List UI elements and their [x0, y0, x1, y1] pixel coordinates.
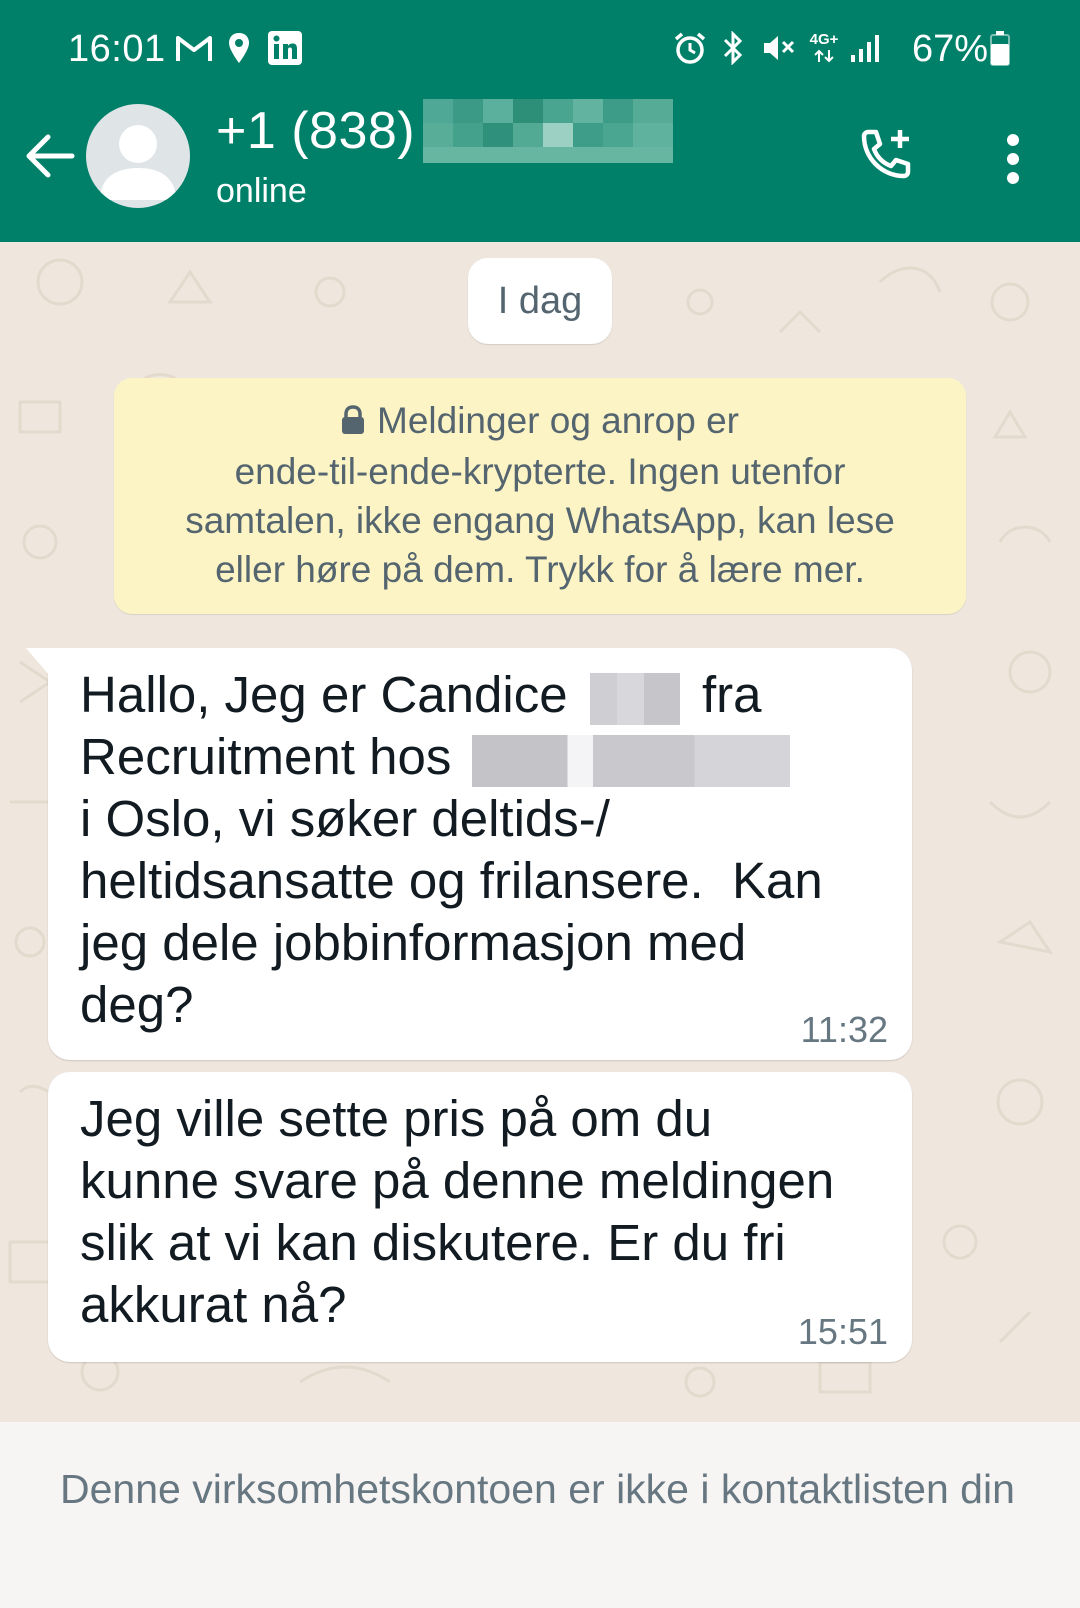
lock-icon [341, 398, 365, 447]
alarm-icon [672, 28, 708, 68]
message-line: Recruitment hos [80, 726, 880, 788]
battery-percent: 67% [912, 28, 989, 70]
contact-name-row[interactable]: +1 (838) [216, 98, 674, 164]
redacted-company [471, 734, 790, 787]
4g-data-icon: 4G+ [806, 28, 842, 68]
gmail-icon [174, 28, 214, 68]
more-options-button[interactable] [990, 128, 1036, 194]
mute-icon [760, 28, 798, 68]
location-icon [226, 28, 252, 68]
chat-area[interactable]: I dag Meldinger og anrop er ende-til-end… [0, 242, 1080, 1422]
encryption-notice[interactable]: Meldinger og anrop er ende-til-ende-kryp… [114, 378, 966, 614]
message-line: Jeg ville sette pris på om du [80, 1090, 713, 1147]
incoming-message[interactable]: Hallo, Jeg er Candice fra Recruitment ho… [26, 648, 912, 1060]
message-line: jeg dele jobbinformasjon med [80, 914, 747, 971]
encryption-notice-line-1: Meldinger og anrop er [138, 396, 942, 447]
date-chip: I dag [468, 258, 612, 344]
redacted-name [589, 672, 680, 725]
bubble-tail [26, 648, 50, 676]
encryption-notice-line-3: samtalen, ikke engang WhatsApp, kan lese [185, 500, 895, 541]
message-time: 15:51 [797, 1311, 888, 1352]
battery-icon [988, 28, 1012, 68]
redacted-number-block [423, 99, 674, 163]
back-button[interactable] [20, 122, 80, 194]
incoming-message[interactable]: Jeg ville sette pris på om du kunne svar… [48, 1072, 912, 1362]
message-line: slik at vi kan diskutere. Er du fri [80, 1214, 786, 1271]
signal-icon [848, 28, 882, 68]
message-line: kunne svare på denne meldingen [80, 1152, 835, 1209]
status-time: 16:01 [68, 28, 166, 70]
avatar[interactable] [86, 104, 190, 208]
encryption-notice-line-4: eller høre på dem. Trykk for å lære mer. [215, 549, 865, 590]
default-avatar-icon [100, 125, 176, 200]
contact-number: +1 (838) [216, 102, 416, 160]
not-in-contacts-notice: Denne virksomhetskontoen er ikke i konta… [60, 1466, 1015, 1512]
contact-status: online [216, 172, 307, 210]
message-line: Hallo, Jeg er Candice fra [80, 666, 762, 725]
add-call-icon [856, 126, 918, 193]
bluetooth-icon [718, 28, 748, 68]
message-line: i Oslo, vi søker deltids-/ [80, 790, 610, 847]
message-time: 11:32 [800, 1009, 888, 1050]
more-vert-icon [1005, 133, 1021, 190]
business-account-footer: Denne virksomhetskontoen er ikke i konta… [0, 1422, 1080, 1608]
add-call-button[interactable] [852, 124, 922, 194]
back-arrow-icon [24, 132, 76, 185]
message-line: akkurat nå? [80, 1276, 347, 1333]
message-line: heltidsansatte og frilansere. Kan [80, 852, 823, 909]
message-line: deg? [80, 976, 194, 1033]
encryption-notice-line-2: ende-til-ende-krypterte. Ingen utenfor [234, 451, 846, 492]
chat-header: 16:01 4G+ 67% +1 (838) online [0, 0, 1080, 242]
linkedin-icon [266, 28, 304, 68]
status-bar: 16:01 4G+ 67% [0, 0, 1080, 96]
